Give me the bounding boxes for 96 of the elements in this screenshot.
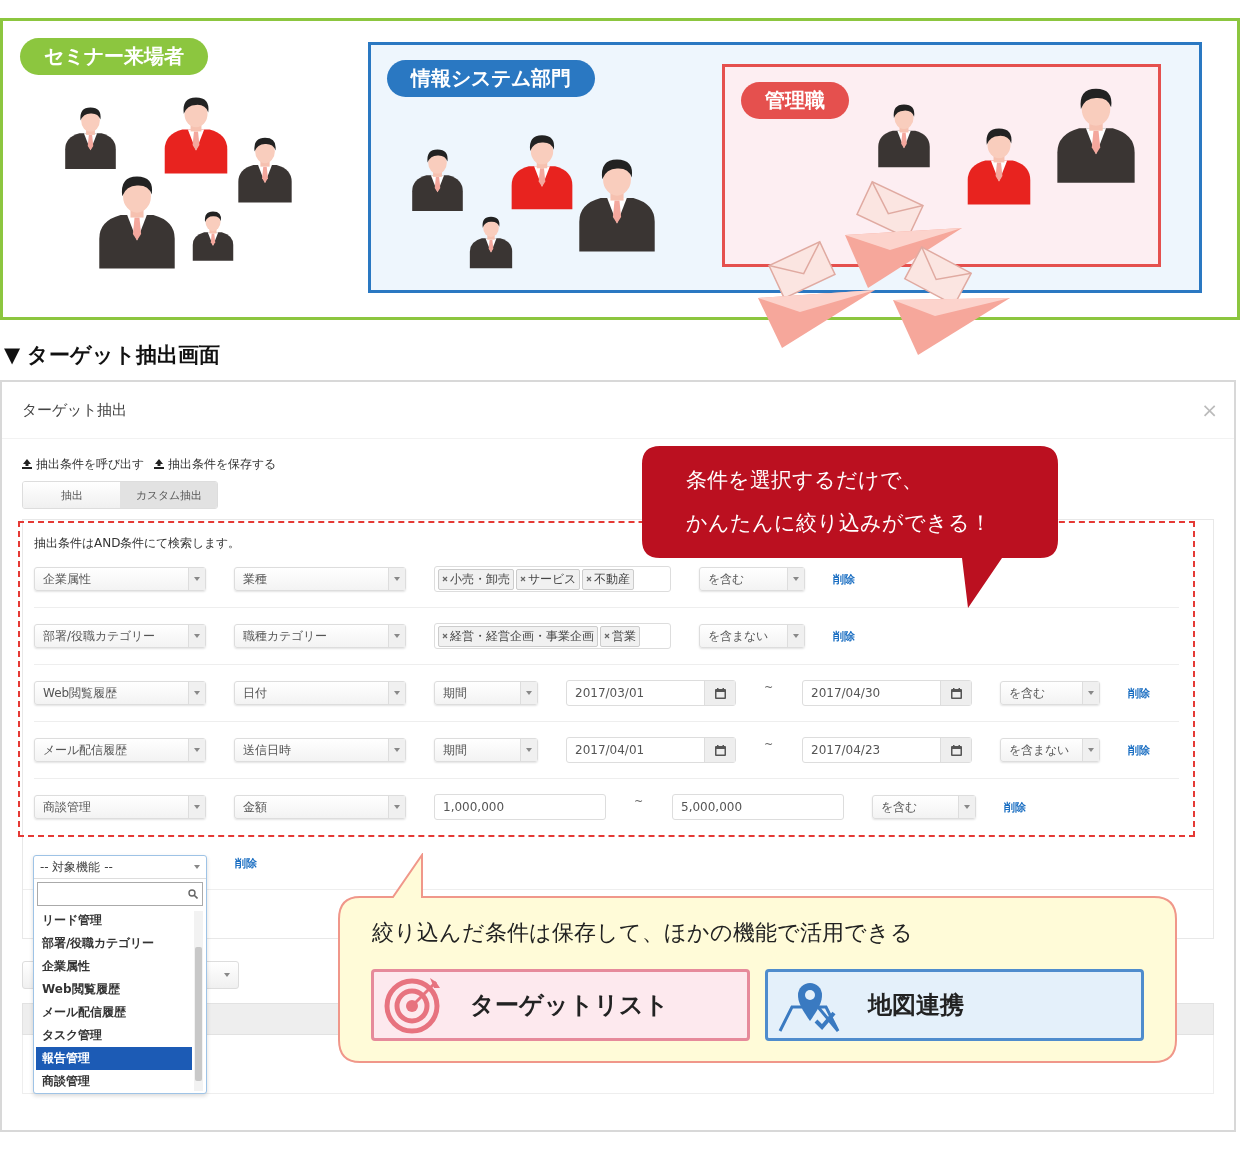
dropdown-option[interactable]: 報告管理 bbox=[36, 1047, 192, 1070]
caret-icon bbox=[224, 973, 230, 977]
dropdown-option[interactable]: メール配信履歴 bbox=[36, 1001, 192, 1024]
dropdown-option[interactable]: 部署/役職カテゴリー bbox=[36, 932, 192, 955]
caret-icon bbox=[394, 577, 400, 581]
select-field[interactable]: を含まない bbox=[1000, 738, 1100, 762]
remove-icon[interactable] bbox=[586, 576, 592, 582]
select-field[interactable]: を含む bbox=[699, 567, 805, 591]
select-field[interactable]: を含む bbox=[872, 795, 976, 819]
caret-icon bbox=[194, 577, 200, 581]
tab[interactable]: カスタム抽出 bbox=[120, 482, 217, 508]
upload-icon bbox=[22, 459, 32, 469]
delete-link[interactable]: 削除 bbox=[235, 855, 257, 871]
select-field[interactable]: メール配信履歴 bbox=[34, 738, 206, 762]
caret-icon bbox=[394, 634, 400, 638]
select-field[interactable]: 業種 bbox=[234, 567, 406, 591]
caret-icon bbox=[194, 748, 200, 752]
select-field[interactable]: 日付 bbox=[234, 681, 406, 705]
caret-icon bbox=[526, 691, 532, 695]
search-icon bbox=[188, 889, 198, 899]
number-field[interactable]: 5,000,000 bbox=[672, 794, 844, 820]
caret-icon bbox=[526, 748, 532, 752]
delete-link[interactable]: 削除 bbox=[1128, 742, 1150, 758]
tag-chip[interactable]: 営業 bbox=[600, 625, 640, 647]
tag-chip[interactable]: 不動産 bbox=[582, 568, 634, 590]
action-link[interactable]: 抽出条件を呼び出す bbox=[22, 455, 144, 473]
dropdown-option[interactable]: 商談管理 bbox=[36, 1070, 192, 1093]
tag-input[interactable]: 小売・卸売 サービス 不動産 bbox=[434, 566, 671, 592]
delete-link[interactable]: 削除 bbox=[833, 628, 855, 644]
feature-button[interactable]: ターゲットリスト bbox=[371, 969, 750, 1041]
callout-text: 絞り込んだ条件は保存して、ほかの機能で活用できる bbox=[372, 919, 913, 947]
caret-icon bbox=[194, 865, 200, 869]
caret-icon bbox=[394, 805, 400, 809]
range-separator: ~ bbox=[764, 681, 774, 694]
action-link[interactable]: 抽出条件を保存する bbox=[154, 455, 276, 473]
section-heading: ▼ ターゲット抽出画面 bbox=[4, 342, 221, 368]
calendar-icon bbox=[714, 687, 726, 699]
caret-icon bbox=[1088, 691, 1094, 695]
calendar-icon bbox=[714, 744, 726, 756]
remove-icon[interactable] bbox=[442, 633, 448, 639]
caret-icon bbox=[1088, 748, 1094, 752]
feature-button[interactable]: 地図連携 bbox=[765, 969, 1144, 1041]
select-field[interactable]: 期間 bbox=[434, 681, 538, 705]
note-text: 抽出条件はAND条件にて検索します。 bbox=[34, 535, 242, 551]
caret-icon bbox=[964, 805, 970, 809]
select-field[interactable]: 部署/役職カテゴリー bbox=[34, 624, 206, 648]
callout-text: 条件を選択するだけで、 かんたんに絞り込みができる！ bbox=[686, 467, 991, 537]
caret-icon bbox=[194, 691, 200, 695]
select-field[interactable]: 期間 bbox=[434, 738, 538, 762]
tag-chip[interactable]: サービス bbox=[516, 568, 580, 590]
delete-link[interactable]: 削除 bbox=[1128, 685, 1150, 701]
range-separator: ~ bbox=[634, 795, 644, 808]
select-field[interactable]: 商談管理 bbox=[34, 795, 206, 819]
group-label: セミナー来場者 bbox=[20, 38, 208, 75]
dropdown-option[interactable]: Web閲覧履歴 bbox=[36, 978, 192, 1001]
caret-icon bbox=[394, 691, 400, 695]
caret-icon bbox=[793, 634, 799, 638]
calendar-icon bbox=[950, 744, 962, 756]
tab[interactable]: 抽出 bbox=[23, 482, 120, 508]
target-icon bbox=[384, 976, 442, 1034]
tag-input[interactable]: 経営・経営企画・事業企画 営業 bbox=[434, 623, 671, 649]
number-field[interactable]: 1,000,000 bbox=[434, 794, 606, 820]
select-field[interactable]: を含まない bbox=[699, 624, 805, 648]
search-field[interactable] bbox=[37, 882, 203, 906]
remove-icon[interactable] bbox=[442, 576, 448, 582]
remove-icon[interactable] bbox=[604, 633, 610, 639]
dropdown-option[interactable]: リード管理 bbox=[36, 909, 192, 932]
remove-icon[interactable] bbox=[520, 576, 526, 582]
select-field[interactable]: 職種カテゴリー bbox=[234, 624, 406, 648]
tag-chip[interactable]: 経営・経営企画・事業企画 bbox=[438, 625, 598, 647]
select-field[interactable]: Web閲覧履歴 bbox=[34, 681, 206, 705]
group-label: 情報システム部門 bbox=[387, 60, 595, 97]
select-field[interactable]: 金額 bbox=[234, 795, 406, 819]
select-field[interactable]: 企業属性 bbox=[34, 567, 206, 591]
select-field[interactable]: -- 対象機能 -- bbox=[34, 856, 206, 879]
range-separator: ~ bbox=[764, 738, 774, 751]
caret-icon bbox=[194, 634, 200, 638]
date-field[interactable]: 2017/04/01 bbox=[566, 737, 736, 763]
caret-icon bbox=[394, 748, 400, 752]
date-field[interactable]: 2017/04/23 bbox=[802, 737, 972, 763]
delete-link[interactable]: 削除 bbox=[1004, 799, 1026, 815]
modal-title: ターゲット抽出 bbox=[22, 400, 127, 420]
scrollbar[interactable] bbox=[194, 911, 203, 1091]
upload-icon bbox=[154, 459, 164, 469]
dropdown-option[interactable]: タスク管理 bbox=[36, 1024, 192, 1047]
group-label: 管理職 bbox=[741, 82, 849, 119]
select-field[interactable]: 送信日時 bbox=[234, 738, 406, 762]
delete-link[interactable]: 削除 bbox=[833, 571, 855, 587]
caret-icon bbox=[194, 805, 200, 809]
select-field[interactable]: を含む bbox=[1000, 681, 1100, 705]
tag-chip[interactable]: 小売・卸売 bbox=[438, 568, 514, 590]
date-field[interactable]: 2017/04/30 bbox=[802, 680, 972, 706]
caret-icon bbox=[793, 577, 799, 581]
date-field[interactable]: 2017/03/01 bbox=[566, 680, 736, 706]
calendar-icon bbox=[950, 687, 962, 699]
dropdown-option[interactable]: 企業属性 bbox=[36, 955, 192, 978]
